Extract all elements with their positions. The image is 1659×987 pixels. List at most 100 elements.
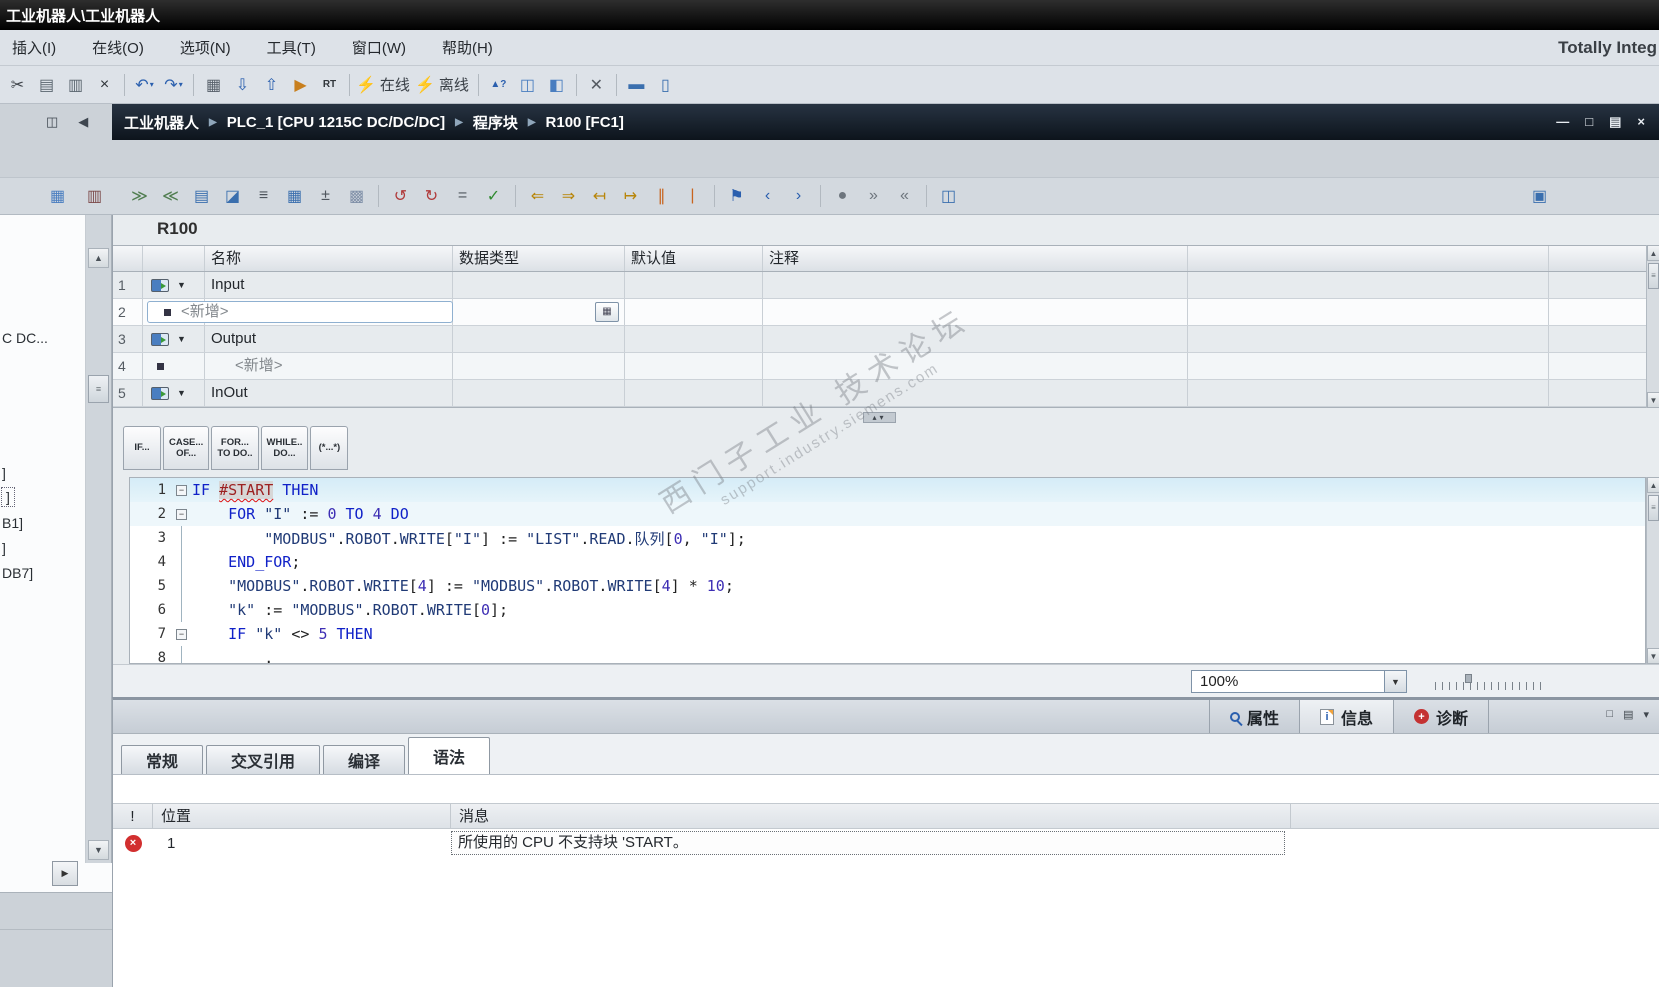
fold-minus-icon[interactable]: − — [176, 628, 187, 640]
panel-list-button[interactable]: ▤ — [1623, 708, 1633, 721]
snippet-case[interactable]: CASE... OF... — [163, 426, 210, 470]
undo-icon[interactable]: ↶ ▾ — [131, 72, 158, 98]
snippet-if[interactable]: IF... — [123, 426, 161, 470]
expand-tree-button[interactable]: ▶ — [52, 861, 78, 886]
comment-cell[interactable] — [763, 326, 1188, 352]
reset-start-values-icon[interactable]: ↺ — [387, 183, 414, 209]
next-bookmark-icon[interactable]: › — [785, 183, 812, 209]
start-simulation-icon[interactable]: ◫ — [514, 72, 541, 98]
comment-cell[interactable] — [763, 380, 1188, 406]
code-line[interactable]: 1− IF #START THEN — [130, 478, 1645, 502]
set-bookmark-icon[interactable]: ⚑ — [723, 183, 750, 209]
collapse-all-icon[interactable]: « — [891, 183, 918, 209]
redo-icon[interactable]: ↷ ▾ — [160, 72, 187, 98]
name-cell[interactable]: Output — [205, 326, 453, 352]
simulation-panel-icon[interactable]: ◧ — [543, 72, 570, 98]
user-administration-icon[interactable]: ● — [829, 183, 856, 209]
open-in-editor-icon[interactable]: ▣ — [1526, 183, 1553, 209]
restore-panel-button[interactable]: □ — [1606, 708, 1613, 721]
interface-row[interactable]: 1 ▼ Input — [113, 272, 1646, 299]
code-line[interactable]: 8 . — [130, 646, 1645, 663]
expand-arrow-icon[interactable]: ▼ — [177, 272, 186, 298]
fold-toggle-icon[interactable]: − — [174, 478, 192, 502]
fold-toggle-icon[interactable]: − — [174, 502, 192, 526]
column-header-comment[interactable]: 注释 — [763, 246, 1188, 271]
copy-icon[interactable]: ▤ — [33, 72, 60, 98]
previous-position-icon[interactable]: ⇐ — [524, 183, 551, 209]
snippet-while[interactable]: WHILE.. DO... — [260, 426, 309, 470]
zoom-slider-thumb[interactable] — [1465, 674, 1472, 683]
column-header-name[interactable]: 名称 — [205, 246, 453, 271]
name-cell[interactable]: InOut — [205, 380, 453, 406]
restore-button[interactable]: □ — [1585, 114, 1593, 130]
menu-item[interactable]: 在线(O) — [92, 37, 144, 58]
compile-icon[interactable]: ▦ — [200, 72, 227, 98]
tree-item-fragment[interactable]: C DC... — [2, 330, 48, 346]
default-value-cell[interactable] — [625, 299, 763, 325]
accessible-devices-icon[interactable]: ▲? — [485, 72, 512, 98]
datatype-cell[interactable]: ▦ — [453, 299, 625, 325]
default-value-cell[interactable] — [625, 380, 763, 406]
datatype-cell[interactable] — [453, 272, 625, 298]
menu-item[interactable]: 插入(I) — [12, 37, 56, 58]
datatype-cell[interactable] — [453, 353, 625, 379]
fold-toggle-icon[interactable]: − — [174, 622, 192, 646]
name-cell[interactable]: <新增> — [147, 299, 453, 325]
expand-arrow-icon[interactable]: ▼ — [177, 326, 186, 352]
overview-window-icon[interactable]: ▦ — [44, 183, 71, 209]
snippet-for[interactable]: FOR... TO DO.. — [211, 426, 259, 470]
go-online-button[interactable]: ⚡ 在线 — [356, 72, 413, 98]
message-row[interactable]: × 1 所使用的 CPU 不支持块 'START。 — [113, 829, 1659, 857]
apply-start-values-icon[interactable]: ↻ — [418, 183, 445, 209]
outdent-icon[interactable]: ↤ — [586, 183, 613, 209]
table-scrollbar-thumb[interactable]: ≡ — [1648, 263, 1659, 289]
tree-item-fragment[interactable]: DB7] — [2, 565, 33, 581]
pin-panel-icon[interactable]: ◫ — [46, 114, 58, 130]
call-structure-icon[interactable]: ◪ — [219, 183, 246, 209]
tree-scrollbar-thumb[interactable]: ≡ — [88, 375, 109, 403]
splitter-handle[interactable]: ▴▾ — [113, 410, 1646, 424]
minimize-button[interactable]: — — [1556, 114, 1569, 130]
code-line[interactable]: 6 "k" := "MODBUS".ROBOT.WRITE[0]; — [130, 598, 1645, 622]
expand-all-icon[interactable]: » — [860, 183, 887, 209]
datatype-cell[interactable] — [453, 380, 625, 406]
compile-block-icon[interactable]: ✓ — [480, 183, 507, 209]
fold-minus-icon[interactable]: − — [176, 484, 187, 496]
uncomment-lines-icon[interactable]: | — [679, 183, 706, 209]
column-header-default[interactable]: 默认值 — [625, 246, 763, 271]
download-to-device-icon[interactable]: ⇩ — [229, 72, 256, 98]
default-value-cell[interactable] — [625, 326, 763, 352]
comment-cell[interactable] — [763, 272, 1188, 298]
default-value-cell[interactable] — [625, 272, 763, 298]
column-header-position[interactable]: 位置 — [153, 804, 451, 829]
insert-network-icon[interactable]: ▦ — [281, 183, 308, 209]
favorites-icon[interactable]: ▩ — [343, 183, 370, 209]
breadcrumb-item[interactable]: 工业机器人 — [124, 112, 199, 133]
table-scroll-up-icon[interactable]: ▲ — [1647, 245, 1659, 261]
interface-row[interactable]: 2 <新增> ▦ — [113, 299, 1646, 326]
snippet-comment[interactable]: (*...*) — [310, 426, 349, 470]
comment-cell[interactable] — [763, 299, 1188, 325]
close-button[interactable]: × — [1637, 114, 1645, 130]
cut-icon[interactable]: ✂ — [4, 72, 31, 98]
column-header-datatype[interactable]: 数据类型 — [453, 246, 625, 271]
panel-menu-button[interactable]: ▾ — [1643, 708, 1649, 721]
go-offline-button[interactable]: ⚡ 离线 — [415, 72, 472, 98]
subtab-交叉引用[interactable]: 交叉引用 — [206, 745, 321, 774]
next-position-icon[interactable]: ⇒ — [555, 183, 582, 209]
code-scroll-down-icon[interactable]: ▼ — [1647, 648, 1659, 664]
tab-info[interactable]: i 信息 — [1298, 700, 1393, 733]
name-cell[interactable]: <新增> — [205, 353, 453, 379]
column-header-severity[interactable]: ! — [113, 804, 153, 829]
scl-code-editor[interactable]: 1− IF #START THEN 2− FOR "I" := 0 TO 4 DO 3… — [129, 477, 1646, 664]
tree-item-fragment[interactable]: B1] — [2, 515, 23, 531]
append-line-icon[interactable]: ≪ — [157, 183, 184, 209]
collapse-panel-icon[interactable]: ◀ — [78, 114, 88, 130]
cross-reference-icon[interactable]: ✕ — [583, 72, 610, 98]
tree-item-fragment[interactable]: ] — [2, 540, 6, 556]
absolute-symbolic-toggle-icon[interactable]: ± — [312, 183, 339, 209]
tree-scroll-up-icon[interactable]: ▲ — [88, 248, 109, 268]
code-line[interactable]: 4 END_FOR; — [130, 550, 1645, 574]
code-scroll-up-icon[interactable]: ▲ — [1647, 477, 1659, 493]
fold-minus-icon[interactable]: − — [176, 508, 187, 520]
